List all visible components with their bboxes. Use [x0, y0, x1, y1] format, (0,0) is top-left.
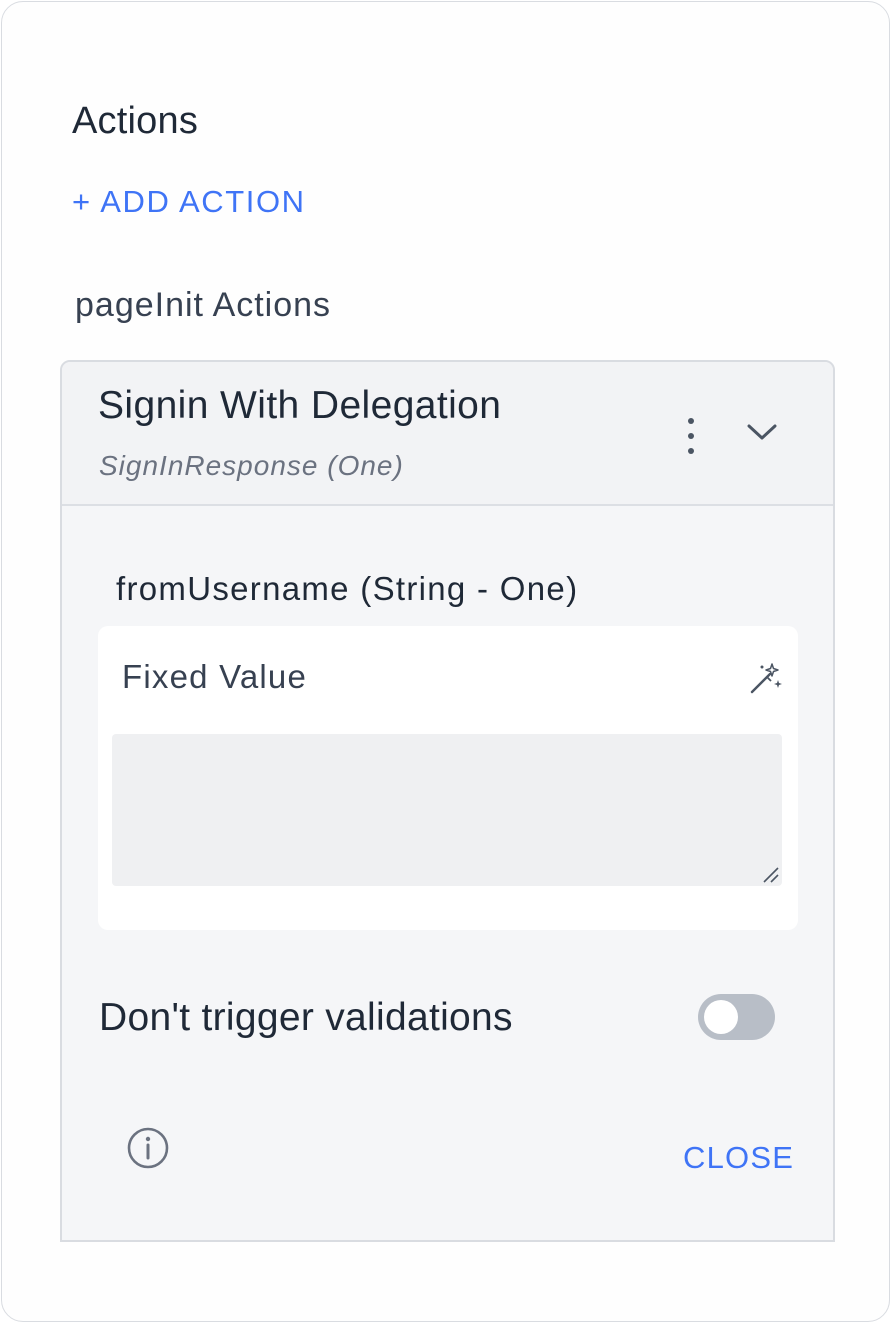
info-circle-icon[interactable]	[126, 1126, 170, 1170]
action-card-title: Signin With Delegation	[98, 384, 502, 427]
add-action-button[interactable]: + ADD ACTION	[72, 184, 306, 220]
magic-wand-icon[interactable]	[748, 662, 782, 696]
parameter-label: fromUsername (String - One)	[116, 570, 579, 607]
parameter-value-box: Fixed Value	[98, 626, 798, 930]
action-card-header[interactable]: Signin With Delegation SignInResponse (O…	[62, 362, 833, 506]
resize-handle-icon[interactable]	[760, 864, 780, 884]
chevron-down-icon[interactable]	[744, 418, 780, 446]
kebab-vertical-icon[interactable]	[678, 414, 704, 458]
dont-trigger-validations-label: Don't trigger validations	[99, 996, 513, 1039]
page-init-actions-title: pageInit Actions	[75, 286, 332, 324]
dont-trigger-validations-toggle[interactable]	[698, 994, 775, 1040]
toggle-knob	[704, 1000, 738, 1034]
action-card-subtitle: SignInResponse (One)	[99, 450, 404, 481]
actions-title: Actions	[72, 100, 199, 142]
actions-panel: Actions + ADD ACTION pageInit Actions Si…	[1, 1, 890, 1322]
value-type-label: Fixed Value	[122, 658, 308, 695]
action-card: Signin With Delegation SignInResponse (O…	[60, 360, 835, 1242]
close-button[interactable]: CLOSE	[683, 1140, 794, 1176]
fixed-value-textarea[interactable]	[112, 734, 782, 886]
